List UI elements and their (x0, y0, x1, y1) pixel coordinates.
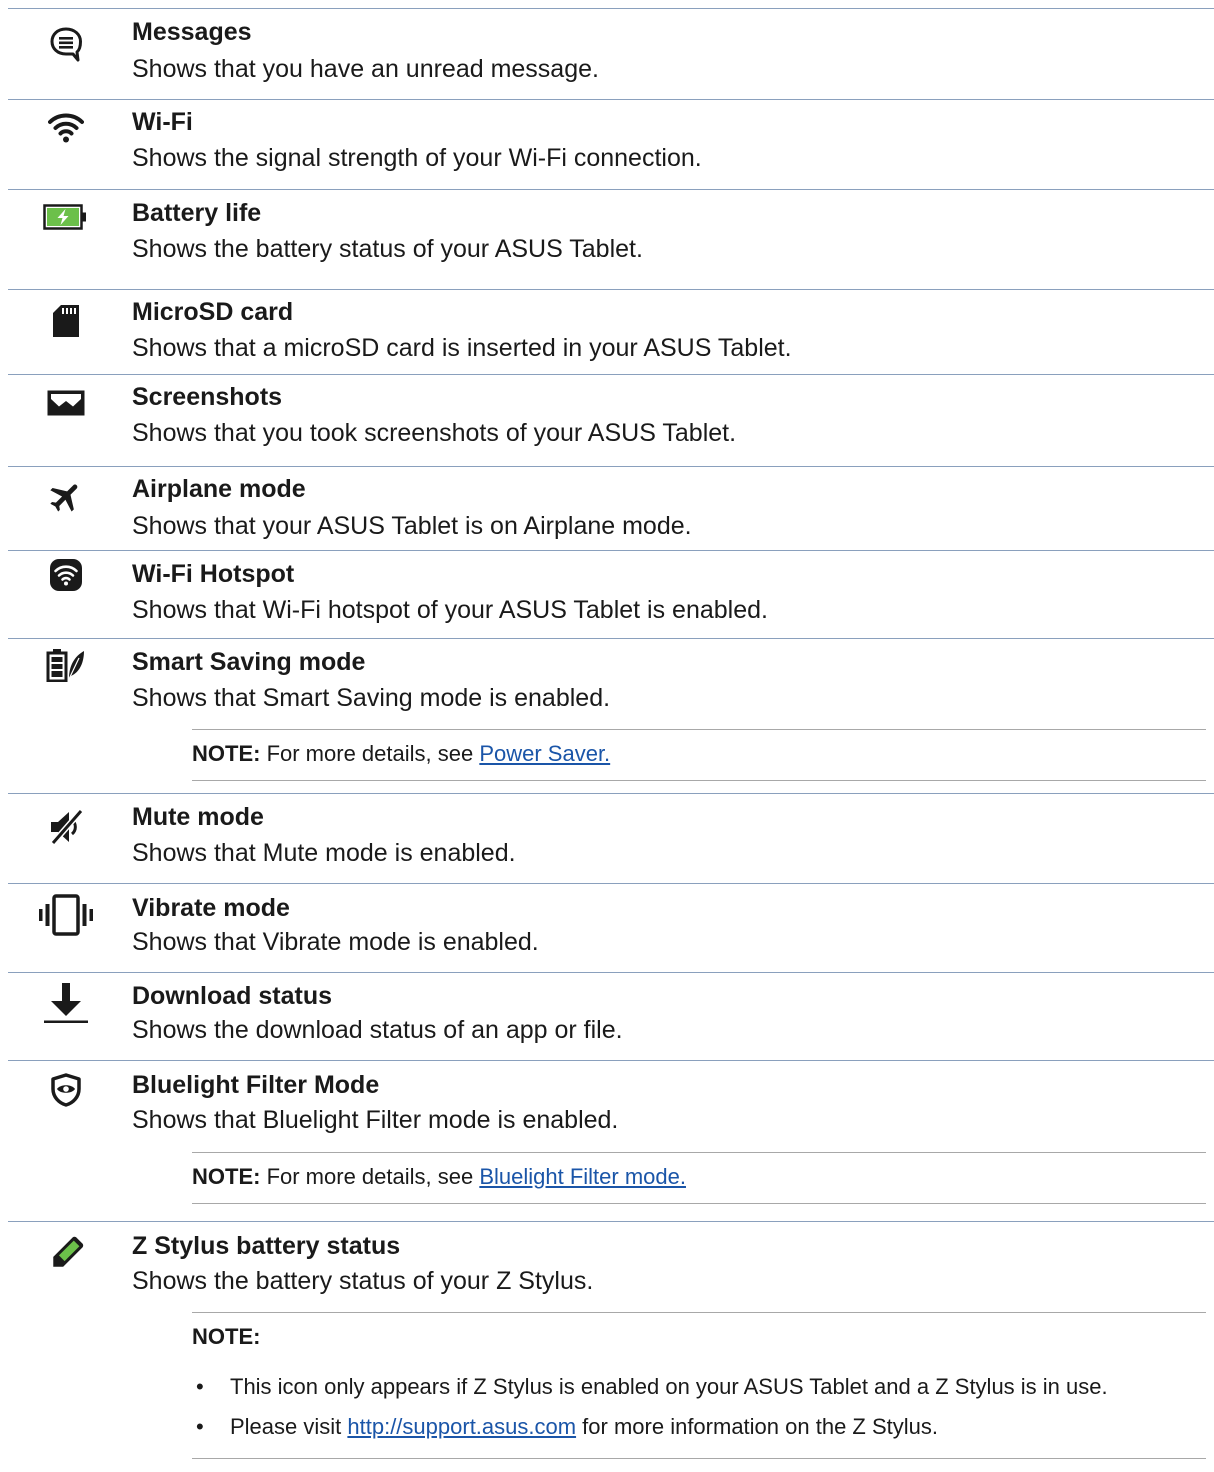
support-link[interactable]: http://support.asus.com (347, 1414, 576, 1439)
download-icon (38, 982, 94, 1024)
row-divider (8, 99, 1214, 100)
airplane-description: Shows that your ASUS Tablet is on Airpla… (132, 512, 692, 540)
stylus-note-bullet: • This icon only appears if Z Stylus is e… (196, 1373, 1108, 1401)
bullet-text: for more information on the Z Stylus. (576, 1414, 938, 1439)
row-divider (8, 1221, 1214, 1222)
wifi-hotspot-title: Wi-Fi Hotspot (132, 560, 295, 588)
bullet-text: Please visit (230, 1414, 348, 1439)
mute-icon (38, 809, 94, 845)
bullet-dot: • (196, 1374, 204, 1399)
mute-title: Mute mode (132, 803, 264, 831)
smart-saving-title: Smart Saving mode (132, 648, 366, 676)
download-title: Download status (132, 982, 333, 1010)
bluelight-title: Bluelight Filter Mode (132, 1071, 380, 1099)
row-divider (8, 189, 1214, 190)
wifi-hotspot-description: Shows that Wi-Fi hotspot of your ASUS Ta… (132, 596, 768, 624)
vibrate-icon (38, 894, 94, 936)
note-divider (192, 729, 1206, 730)
smart-saving-icon (38, 648, 94, 682)
wifi-hotspot-icon (38, 558, 94, 592)
row-divider (8, 550, 1214, 551)
microsd-title: MicroSD card (132, 298, 294, 326)
screenshots-title: Screenshots (132, 383, 283, 411)
row-divider (8, 8, 1214, 9)
note-text: For more details, see (260, 741, 480, 766)
row-divider (8, 972, 1214, 973)
screenshot-icon (38, 389, 94, 417)
row-divider (8, 374, 1214, 375)
note-text: For more details, see (260, 1164, 480, 1189)
download-description: Shows the download status of an app or f… (132, 1016, 623, 1044)
mute-description: Shows that Mute mode is enabled. (132, 839, 516, 867)
battery-title: Battery life (132, 199, 262, 227)
bluelight-description: Shows that Bluelight Filter mode is enab… (132, 1106, 619, 1134)
bullet-text: This icon only appears if Z Stylus is en… (230, 1374, 1108, 1399)
stylus-description: Shows the battery status of your Z Stylu… (132, 1267, 594, 1295)
battery-description: Shows the battery status of your ASUS Ta… (132, 235, 643, 263)
wifi-icon (38, 111, 94, 143)
note-divider (192, 1312, 1206, 1313)
note-divider (192, 1152, 1206, 1153)
stylus-title: Z Stylus battery status (132, 1232, 401, 1260)
row-divider (8, 289, 1214, 290)
note-label: NOTE: (192, 1164, 261, 1189)
bluelight-filter-icon (38, 1073, 94, 1107)
battery-icon (38, 204, 94, 230)
note-divider (192, 1203, 1206, 1204)
note-divider (192, 1458, 1206, 1459)
note-label: NOTE: (192, 1324, 261, 1349)
stylus-icon (38, 1234, 94, 1274)
wifi-description: Shows the signal strength of your Wi-Fi … (132, 144, 702, 172)
row-divider (8, 466, 1214, 467)
bluelight-filter-link[interactable]: Bluelight Filter mode. (479, 1164, 686, 1189)
row-divider (8, 883, 1214, 884)
wifi-title: Wi-Fi (132, 108, 193, 136)
row-divider (8, 638, 1214, 639)
bullet-dot: • (196, 1414, 204, 1439)
smart-saving-note: NOTE: For more details, see Power Saver. (192, 740, 610, 768)
bluelight-note: NOTE: For more details, see Bluelight Fi… (192, 1163, 686, 1191)
stylus-note-bullet: • Please visit http://support.asus.com fo… (196, 1413, 938, 1441)
row-divider (8, 1060, 1214, 1061)
note-label: NOTE: (192, 741, 261, 766)
note-divider (192, 780, 1206, 781)
messages-description: Shows that you have an unread message. (132, 55, 599, 83)
messages-title: Messages (132, 18, 252, 46)
power-saver-link[interactable]: Power Saver. (479, 741, 610, 766)
microsd-card-icon (38, 304, 94, 338)
airplane-icon (38, 477, 94, 517)
airplane-title: Airplane mode (132, 475, 306, 503)
stylus-note-label: NOTE: (192, 1323, 260, 1351)
microsd-description: Shows that a microSD card is inserted in… (132, 334, 792, 362)
screenshots-description: Shows that you took screenshots of your … (132, 419, 737, 447)
vibrate-description: Shows that Vibrate mode is enabled. (132, 928, 539, 956)
row-divider (8, 793, 1214, 794)
vibrate-title: Vibrate mode (132, 894, 290, 922)
smart-saving-description: Shows that Smart Saving mode is enabled. (132, 684, 611, 712)
messages-icon (38, 26, 94, 64)
